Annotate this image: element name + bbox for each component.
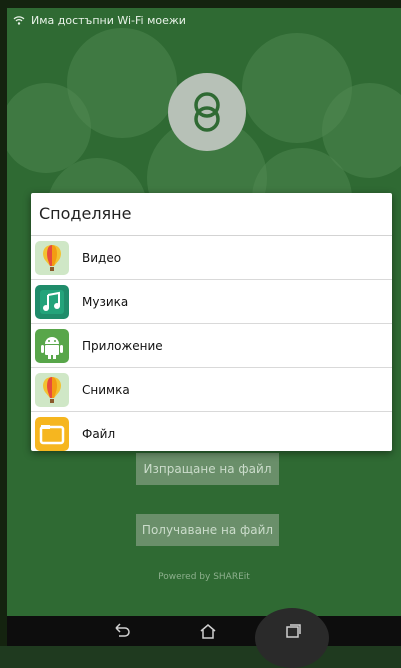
wifi-icon: [13, 14, 25, 26]
option-photo[interactable]: Снимка: [31, 368, 392, 412]
balloon-icon: [35, 372, 69, 407]
option-app[interactable]: Приложение: [31, 324, 392, 368]
powered-by-text: Powered by SHAREit: [158, 572, 250, 582]
option-label: Приложение: [82, 338, 163, 353]
folder-icon: [35, 416, 69, 451]
dialog-title: Споделяне: [31, 193, 392, 236]
option-label: Видео: [82, 250, 122, 265]
share-dialog: Споделяне Видео Музика Приложение Снимка…: [31, 193, 392, 451]
decor-bubble: [67, 28, 177, 138]
music-note-icon: [35, 284, 69, 319]
send-file-button[interactable]: Изпращане на файл: [136, 453, 279, 485]
option-music[interactable]: Музика: [31, 280, 392, 324]
option-label: Файл: [82, 426, 116, 441]
back-icon[interactable]: [107, 616, 137, 646]
shareit-logo-icon[interactable]: [168, 73, 246, 151]
home-icon[interactable]: [193, 616, 223, 646]
recent-apps-icon[interactable]: [278, 616, 308, 646]
status-bar: Има достъпни Wi-Fi моежи: [7, 8, 401, 32]
receive-file-button[interactable]: Получаване на файл: [136, 514, 279, 546]
navigation-bar: [7, 608, 401, 668]
android-icon: [35, 328, 69, 363]
option-label: Снимка: [82, 382, 130, 397]
balloon-icon: [35, 240, 69, 275]
option-file[interactable]: Файл: [31, 412, 392, 455]
status-text: Има достъпни Wi-Fi моежи: [31, 13, 186, 27]
option-label: Музика: [82, 294, 129, 309]
option-video[interactable]: Видео: [31, 236, 392, 280]
